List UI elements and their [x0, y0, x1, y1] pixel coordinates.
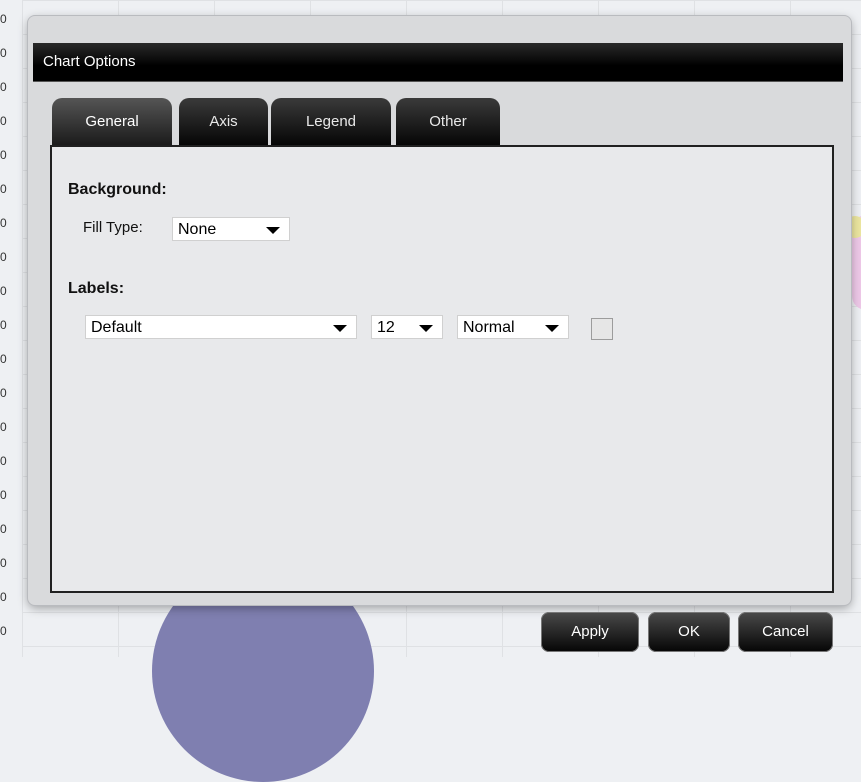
- fill-type-value: None: [178, 221, 217, 238]
- y-tick-label: 0: [0, 114, 7, 128]
- apply-button[interactable]: Apply: [541, 612, 639, 652]
- chevron-down-icon: [333, 325, 347, 332]
- ok-button[interactable]: OK: [648, 612, 730, 652]
- y-tick-label: 0: [0, 148, 7, 162]
- fill-type-label: Fill Type:: [83, 219, 143, 236]
- label-style-select[interactable]: Normal: [457, 315, 569, 339]
- label-font-value: Default: [91, 319, 142, 336]
- y-tick-label: 0: [0, 182, 7, 196]
- dialog-title: Chart Options: [43, 53, 136, 70]
- y-tick-label: 0: [0, 420, 7, 434]
- y-tick-label: 0: [0, 318, 7, 332]
- y-axis-ticks: 0 0 0 0 0 0 0 0 0 0 0 0 0 0 0 0 0 0 0: [0, 0, 14, 657]
- y-tick-label: 0: [0, 12, 7, 26]
- y-tick-label: 0: [0, 624, 7, 638]
- y-tick-label: 0: [0, 590, 7, 604]
- y-tick-label: 0: [0, 216, 7, 230]
- general-tab-panel: Background: Fill Type: None Labels: Defa…: [50, 145, 834, 593]
- y-tick-label: 0: [0, 386, 7, 400]
- background-heading: Background:: [68, 181, 167, 198]
- chevron-down-icon: [419, 325, 433, 332]
- dialog-titlebar[interactable]: Chart Options: [33, 43, 843, 82]
- chevron-down-icon: [545, 325, 559, 332]
- label-size-select[interactable]: 12: [371, 315, 443, 339]
- label-style-value: Normal: [463, 319, 515, 336]
- y-tick-label: 0: [0, 80, 7, 94]
- y-tick-label: 0: [0, 556, 7, 570]
- y-tick-label: 0: [0, 250, 7, 264]
- y-tick-label: 0: [0, 488, 7, 502]
- y-tick-label: 0: [0, 46, 7, 60]
- label-color-swatch[interactable]: [591, 318, 613, 340]
- y-tick-label: 0: [0, 284, 7, 298]
- cancel-button[interactable]: Cancel: [738, 612, 833, 652]
- tab-general[interactable]: General: [52, 98, 172, 146]
- fill-type-select[interactable]: None: [172, 217, 290, 241]
- y-tick-label: 0: [0, 522, 7, 536]
- label-size-value: 12: [377, 319, 395, 336]
- tab-axis[interactable]: Axis: [179, 98, 268, 146]
- y-tick-label: 0: [0, 454, 7, 468]
- label-font-select[interactable]: Default: [85, 315, 357, 339]
- chevron-down-icon: [266, 227, 280, 234]
- labels-heading: Labels:: [68, 280, 125, 297]
- chart-options-dialog: Chart Options General Axis Legend Other …: [28, 16, 851, 605]
- tab-other[interactable]: Other: [396, 98, 500, 146]
- y-tick-label: 0: [0, 352, 7, 366]
- tab-legend[interactable]: Legend: [271, 98, 391, 146]
